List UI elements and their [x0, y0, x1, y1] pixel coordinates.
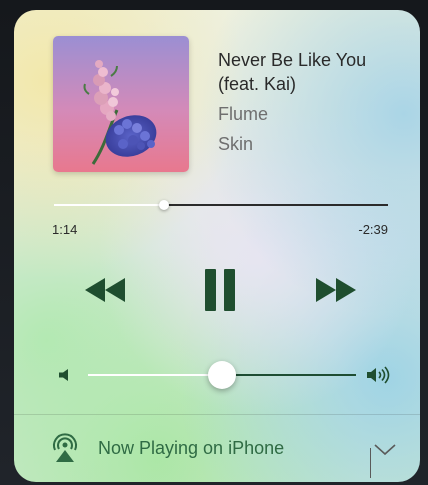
- track-title: Never Be Like You (feat. Kai): [218, 50, 367, 94]
- volume-knob[interactable]: [208, 361, 236, 389]
- output-prefix: Now Playing on: [98, 438, 224, 458]
- rewind-icon: [85, 278, 125, 302]
- volume-fill: [88, 374, 222, 376]
- playback-scrubber[interactable]: [54, 200, 388, 210]
- volume-high-icon: [367, 366, 390, 384]
- fast-forward-icon: [316, 278, 356, 302]
- chevron-down-icon[interactable]: [372, 441, 398, 459]
- volume-slider[interactable]: [88, 361, 356, 389]
- album-art[interactable]: [53, 36, 189, 172]
- output-device-name: iPhone: [228, 438, 285, 458]
- rewind-button[interactable]: [75, 270, 135, 310]
- track-album: Skin: [218, 134, 254, 154]
- time-remaining: -2:39: [358, 222, 388, 237]
- pause-button[interactable]: [190, 269, 250, 311]
- cursor-line: [370, 448, 371, 478]
- now-playing-card: Never Be Like You (feat. Kai) Flume Skin…: [14, 10, 420, 482]
- volume-low-icon: [59, 369, 68, 381]
- pause-icon: [205, 269, 235, 311]
- track-artist: Flume: [218, 104, 269, 124]
- track-info: Never Be Like You (feat. Kai) Flume Skin: [218, 48, 408, 156]
- output-device-selector[interactable]: Now Playing on iPhone: [14, 415, 420, 482]
- playback-progress-fill: [54, 204, 165, 206]
- playback-scrubber-knob[interactable]: [159, 200, 170, 210]
- output-label: Now Playing on iPhone: [98, 438, 284, 459]
- fast-forward-button[interactable]: [306, 270, 366, 310]
- airplay-icon: [53, 433, 77, 462]
- time-elapsed: 1:14: [52, 222, 78, 237]
- screen-frame: Never Be Like You (feat. Kai) Flume Skin…: [0, 0, 428, 485]
